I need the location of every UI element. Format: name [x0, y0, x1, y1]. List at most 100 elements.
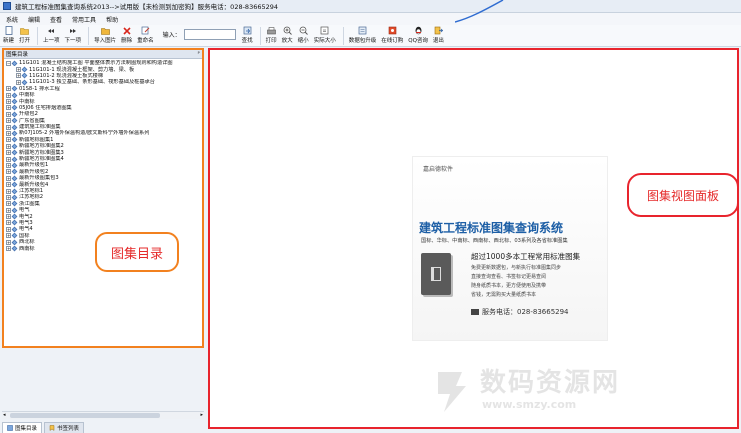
expand-icon[interactable]: +	[6, 214, 11, 220]
catalog-horizontal-scrollbar[interactable]: ◂ ▸	[2, 411, 204, 419]
menu-edit[interactable]: 编辑	[28, 15, 40, 24]
next-button[interactable]: 下一项	[65, 25, 81, 44]
splash-app-name: 建筑工程标准图集查询系统	[419, 221, 564, 235]
online-order-button[interactable]: 在线订购	[381, 25, 403, 44]
tree-node-label: 11G101-3 独立基础、条形基础、筏形基础及桩基承台	[29, 79, 155, 86]
expand-icon[interactable]: +	[6, 143, 11, 149]
atlas-icon	[21, 79, 28, 86]
atlas-icon	[11, 213, 18, 220]
company-name: 嘉启德软件	[423, 166, 454, 173]
expand-icon[interactable]: +	[6, 105, 11, 111]
expand-icon[interactable]: +	[6, 226, 11, 232]
expand-icon[interactable]: +	[6, 239, 11, 245]
tree-node-label: 最新升级包1	[19, 162, 49, 169]
rename-button[interactable]: 重命名	[137, 25, 154, 44]
expand-icon[interactable]: +	[6, 201, 11, 207]
tree-tab-icon	[7, 425, 13, 431]
delete-icon	[122, 26, 131, 35]
splash-image: 嘉启德软件 建筑工程标准图集查询系统 国标、华标、中南标、西南标、西北标、03系…	[412, 156, 608, 341]
expand-icon[interactable]: +	[6, 124, 11, 130]
tree-node-label: 新疆地方标准图集3	[19, 149, 64, 156]
tab-bookmarks[interactable]: 书签列表	[44, 422, 85, 433]
expand-icon[interactable]: +	[6, 130, 11, 136]
expand-icon[interactable]: +	[6, 118, 11, 124]
atlas-icon	[11, 85, 18, 92]
expand-icon[interactable]: +	[6, 150, 11, 156]
qq-consult-button[interactable]: QQ咨询	[408, 25, 428, 44]
tree-node-label: 电气4	[19, 226, 33, 233]
menu-system[interactable]: 系统	[6, 15, 18, 24]
new-button[interactable]: 新建	[3, 25, 14, 44]
expand-icon[interactable]: +	[6, 194, 11, 200]
catalog-callout: 图集目录	[95, 232, 179, 272]
expand-icon[interactable]: +	[6, 233, 11, 239]
tree-node-label: 新疆地标图集1	[19, 136, 54, 143]
scrollbar-thumb[interactable]	[10, 413, 160, 418]
expand-icon[interactable]: +	[6, 99, 11, 105]
expand-icon[interactable]: +	[6, 182, 11, 188]
expand-icon[interactable]: +	[6, 137, 11, 143]
find-button[interactable]: 查找	[242, 25, 253, 44]
prev-button[interactable]: 上一项	[43, 25, 60, 44]
menu-tools[interactable]: 常用工具	[72, 15, 96, 24]
expand-icon[interactable]: +	[6, 169, 11, 175]
tab-catalog[interactable]: 图集目录	[2, 422, 43, 433]
search-input-group: 输入：	[163, 29, 236, 40]
expand-icon[interactable]: +	[6, 207, 11, 213]
pin-icon[interactable]: ᵖ	[198, 51, 200, 57]
atlas-icon	[11, 143, 18, 150]
catalog-panel-title: 图集目录	[6, 52, 29, 58]
menu-bar: 系统 编辑 查看 常用工具 帮助	[0, 13, 741, 25]
expand-icon[interactable]: +	[6, 175, 11, 181]
scroll-right-icon[interactable]: ▸	[200, 412, 203, 418]
open-button[interactable]: 打开	[19, 25, 30, 44]
exit-icon	[434, 26, 443, 35]
database-icon	[358, 26, 367, 35]
update-package-button[interactable]: 数据包升级	[349, 25, 376, 44]
expand-icon[interactable]: +	[6, 162, 11, 168]
expand-icon[interactable]: +	[16, 67, 21, 73]
expand-icon[interactable]: +	[16, 73, 21, 79]
tree-node-label: 中南标	[19, 98, 35, 105]
tree-node-label: 西南标	[19, 245, 35, 252]
toolbar-separator	[259, 27, 261, 45]
expand-icon[interactable]: +	[6, 220, 11, 226]
tree-node[interactable]: − 11G101 混凝土结构施工图 平面整体表示方法制图规则和构造详图	[6, 60, 200, 66]
tree-node-label: 电气	[19, 207, 30, 214]
collapse-icon[interactable]: −	[6, 60, 11, 66]
exit-button[interactable]: 退出	[433, 25, 444, 44]
expand-icon[interactable]: +	[6, 111, 11, 117]
atlas-icon	[21, 73, 28, 79]
atlas-icon	[11, 111, 18, 118]
expand-icon[interactable]: +	[6, 246, 11, 252]
watermark-logo	[438, 372, 466, 412]
atlas-icon	[11, 137, 18, 143]
window-title: 建筑工程标准图集查询系统2013-->试用版【未检测到加密狗】服务电话：028-…	[15, 3, 279, 11]
folder-icon	[20, 26, 29, 35]
tree-node-label: 国标	[19, 232, 30, 239]
expand-icon[interactable]: +	[16, 79, 21, 85]
expand-icon[interactable]: +	[6, 92, 11, 98]
tree-node-label: 电气2	[19, 213, 33, 220]
tree-node-label: 升级包2	[19, 111, 38, 118]
scroll-left-icon[interactable]: ◂	[3, 412, 6, 418]
atlas-icon	[11, 226, 18, 233]
search-input[interactable]	[183, 29, 236, 40]
tree-node-label: 浙江图集	[19, 200, 40, 207]
import-image-button[interactable]: 导入图片	[94, 25, 116, 44]
delete-button[interactable]: 删除	[121, 25, 132, 44]
atlas-icon	[11, 130, 18, 137]
zoom-out-button[interactable]: 缩小	[298, 25, 309, 44]
menu-help[interactable]: 帮助	[106, 15, 118, 24]
expand-icon[interactable]: +	[6, 86, 11, 92]
print-button[interactable]: 打印	[266, 25, 277, 44]
tree-node-label: 建筑施工标准图集	[19, 124, 61, 131]
menu-view[interactable]: 查看	[50, 15, 62, 24]
actual-size-button[interactable]: 实际大小	[314, 25, 336, 44]
zoom-in-button[interactable]: 放大	[282, 25, 293, 44]
tree-node-label: 最新升级包2	[19, 168, 49, 175]
watermark-text: 数码资源网	[480, 368, 621, 398]
input-label: 输入：	[162, 32, 181, 39]
atlas-icon	[11, 245, 18, 252]
atlas-icon	[11, 194, 18, 201]
